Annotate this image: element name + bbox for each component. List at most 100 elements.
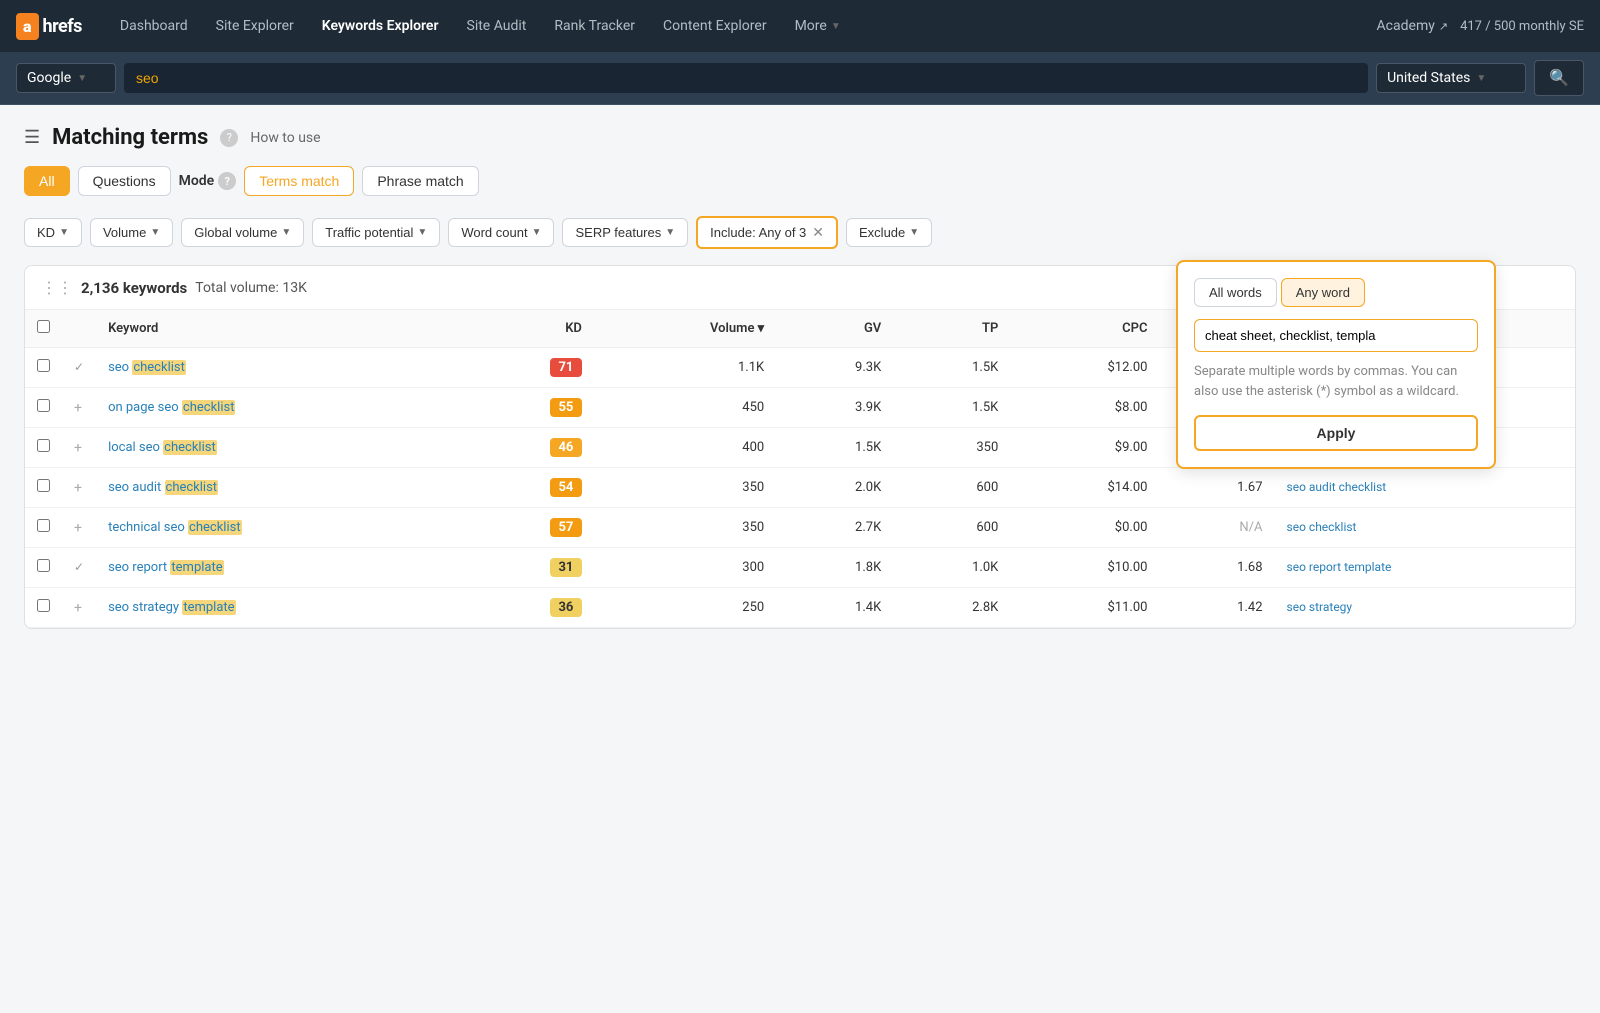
row-tp: 600 xyxy=(893,508,1010,548)
engine-selector[interactable]: Google ▼ xyxy=(16,63,116,93)
row-checkbox[interactable] xyxy=(25,508,62,548)
row-checkbox[interactable] xyxy=(25,388,62,428)
row-keyword[interactable]: seo checklist xyxy=(96,348,463,388)
exclude-filter[interactable]: Exclude ▼ xyxy=(846,218,932,247)
row-keyword[interactable]: seo audit checklist xyxy=(96,468,463,508)
row-action[interactable]: + xyxy=(62,468,96,508)
row-checkbox[interactable] xyxy=(25,428,62,468)
row-action[interactable]: + xyxy=(62,508,96,548)
table-row: + seo strategy template 36 250 1.4K 2.8K… xyxy=(25,588,1575,628)
keyword-link[interactable]: seo checklist xyxy=(108,360,186,375)
row-gv: 2.7K xyxy=(776,508,893,548)
country-selector[interactable]: United States ▼ xyxy=(1376,63,1526,93)
th-volume[interactable]: Volume ▾ xyxy=(594,310,776,348)
row-action[interactable]: + xyxy=(62,388,96,428)
keyword-link[interactable]: seo report template xyxy=(108,560,224,575)
serp-chevron-icon: ▼ xyxy=(665,227,675,238)
th-keyword[interactable]: Keyword xyxy=(96,310,463,348)
nav-academy[interactable]: Academy ↗ xyxy=(1377,18,1449,34)
global-volume-filter[interactable]: Global volume ▼ xyxy=(181,218,304,247)
nav-content-explorer[interactable]: Content Explorer xyxy=(649,0,781,52)
nav-rank-tracker[interactable]: Rank Tracker xyxy=(540,0,649,52)
row-gv: 1.4K xyxy=(776,588,893,628)
kd-filter[interactable]: KD ▼ xyxy=(24,218,82,247)
keyword-link[interactable]: local seo checklist xyxy=(108,440,217,455)
row-checkbox[interactable] xyxy=(25,588,62,628)
row-keyword[interactable]: seo report template xyxy=(96,548,463,588)
tab-terms-match[interactable]: Terms match xyxy=(244,166,354,196)
mode-help-icon[interactable]: ? xyxy=(218,172,236,190)
row-c: N/A xyxy=(1159,508,1274,548)
select-all-checkbox[interactable] xyxy=(25,310,62,348)
na-value: N/A xyxy=(1239,520,1262,535)
row-checkbox[interactable] xyxy=(25,548,62,588)
keyword-link[interactable]: on page seo checklist xyxy=(108,400,235,415)
row-serp[interactable]: seo checklist xyxy=(1275,508,1575,548)
serp-link[interactable]: seo checklist xyxy=(1287,520,1357,534)
plus-icon[interactable]: + xyxy=(74,480,82,496)
th-cpc[interactable]: CPC xyxy=(1010,310,1159,348)
row-keyword[interactable]: seo strategy template xyxy=(96,588,463,628)
table-row: + seo audit checklist 54 350 2.0K 600 $1… xyxy=(25,468,1575,508)
row-action[interactable]: ✓ xyxy=(62,548,96,588)
traffic-chevron-icon: ▼ xyxy=(417,227,427,238)
include-close-icon[interactable]: ✕ xyxy=(812,224,824,241)
help-icon[interactable]: ? xyxy=(220,129,238,147)
any-word-button[interactable]: Any word xyxy=(1281,278,1365,307)
row-cpc: $12.00 xyxy=(1010,348,1159,388)
keyword-link[interactable]: seo audit checklist xyxy=(108,480,218,495)
nav-site-audit[interactable]: Site Audit xyxy=(453,0,541,52)
th-kd[interactable]: KD xyxy=(463,310,594,348)
plus-icon[interactable]: + xyxy=(74,600,82,616)
all-words-button[interactable]: All words xyxy=(1194,278,1277,307)
th-tp[interactable]: TP xyxy=(893,310,1010,348)
nav-site-explorer[interactable]: Site Explorer xyxy=(202,0,308,52)
nav-dashboard[interactable]: Dashboard xyxy=(106,0,202,52)
volume-filter[interactable]: Volume ▼ xyxy=(90,218,173,247)
plus-icon[interactable]: + xyxy=(74,400,82,416)
mode-label: Mode ? xyxy=(179,172,237,190)
nav-more[interactable]: More ▼ xyxy=(781,0,855,52)
row-serp[interactable]: seo strategy xyxy=(1275,588,1575,628)
row-tp: 1.5K xyxy=(893,348,1010,388)
serp-link[interactable]: seo strategy xyxy=(1287,600,1353,614)
plus-icon[interactable]: + xyxy=(74,520,82,536)
serp-features-filter[interactable]: SERP features ▼ xyxy=(562,218,688,247)
row-cpc: $9.00 xyxy=(1010,428,1159,468)
row-action[interactable]: ✓ xyxy=(62,348,96,388)
tab-phrase-match[interactable]: Phrase match xyxy=(362,166,478,196)
row-checkbox[interactable] xyxy=(25,468,62,508)
kd-badge: 71 xyxy=(550,358,582,377)
keyword-link[interactable]: seo strategy template xyxy=(108,600,235,615)
include-filter[interactable]: Include: Any of 3 ✕ xyxy=(696,216,838,249)
traffic-potential-filter[interactable]: Traffic potential ▼ xyxy=(312,218,440,247)
th-gv[interactable]: GV xyxy=(776,310,893,348)
nav-keywords-explorer[interactable]: Keywords Explorer xyxy=(308,0,453,52)
tab-questions[interactable]: Questions xyxy=(78,166,171,196)
drag-handle-icon[interactable]: ⋮⋮ xyxy=(41,278,73,297)
row-checkbox[interactable] xyxy=(25,348,62,388)
search-button[interactable]: 🔍 xyxy=(1534,60,1584,96)
word-count-filter[interactable]: Word count ▼ xyxy=(448,218,554,247)
kd-badge: 36 xyxy=(550,598,582,617)
serp-link[interactable]: seo audit checklist xyxy=(1287,480,1387,494)
nav-links: Dashboard Site Explorer Keywords Explore… xyxy=(106,0,1377,52)
plus-icon[interactable]: + xyxy=(74,440,82,456)
hamburger-icon[interactable]: ☰ xyxy=(24,127,40,148)
row-action[interactable]: + xyxy=(62,588,96,628)
keyword-input[interactable] xyxy=(124,63,1368,93)
tab-all[interactable]: All xyxy=(24,166,70,196)
row-serp[interactable]: seo audit checklist xyxy=(1275,468,1575,508)
row-serp[interactable]: seo report template xyxy=(1275,548,1575,588)
row-action[interactable]: + xyxy=(62,428,96,468)
keyword-link[interactable]: technical seo checklist xyxy=(108,520,242,535)
row-keyword[interactable]: local seo checklist xyxy=(96,428,463,468)
how-to-use-link[interactable]: How to use xyxy=(250,130,320,146)
logo-text: hrefs xyxy=(43,16,82,37)
apply-button[interactable]: Apply xyxy=(1194,415,1478,451)
row-keyword[interactable]: technical seo checklist xyxy=(96,508,463,548)
logo[interactable]: a hrefs xyxy=(16,13,82,40)
serp-link[interactable]: seo report template xyxy=(1287,560,1392,574)
row-keyword[interactable]: on page seo checklist xyxy=(96,388,463,428)
include-keywords-input[interactable] xyxy=(1194,319,1478,352)
